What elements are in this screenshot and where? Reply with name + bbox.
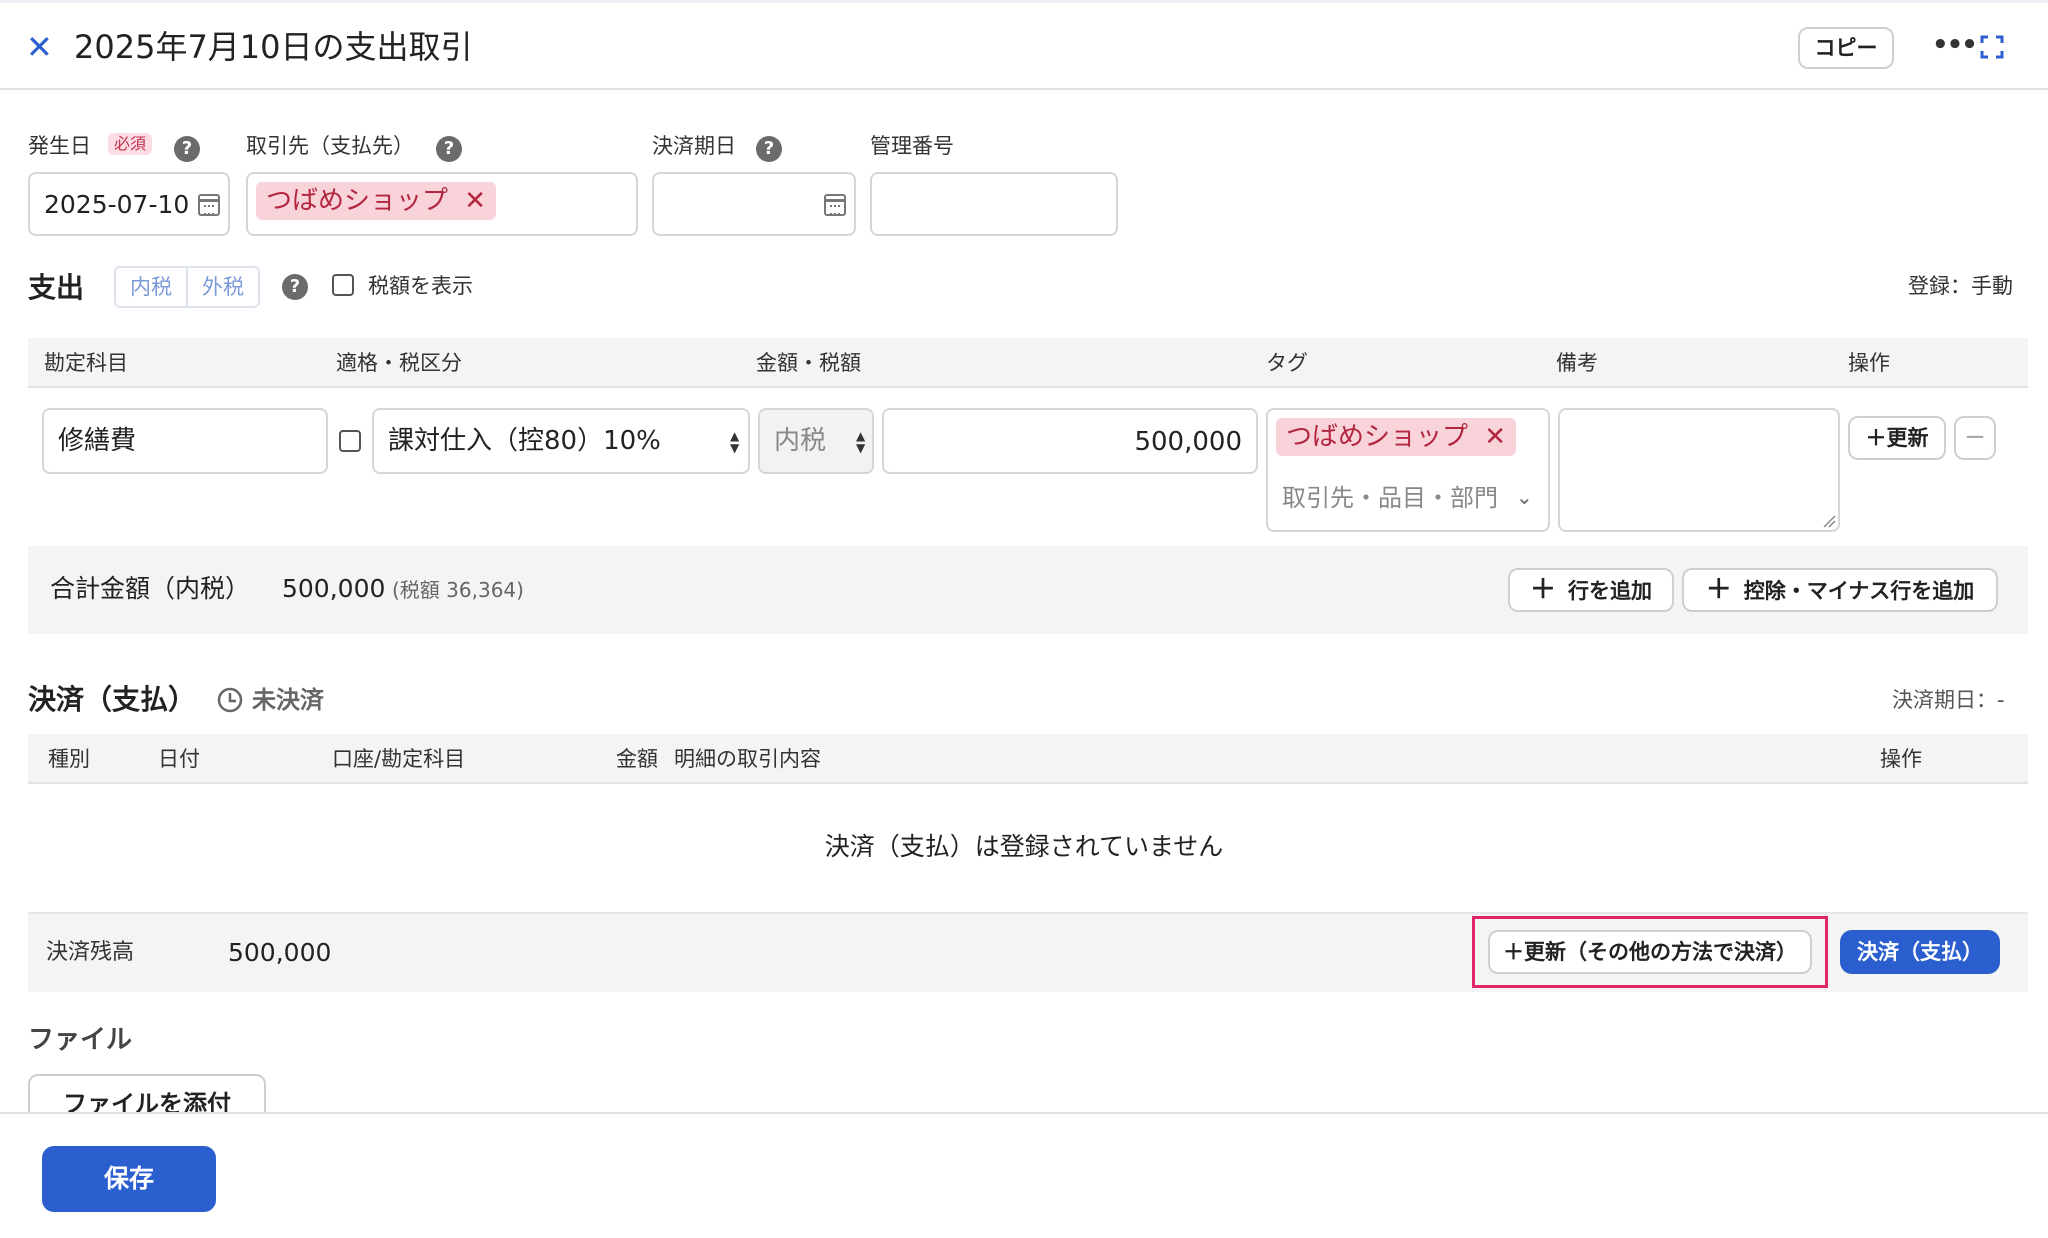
expense-section-title: 支出	[28, 271, 85, 304]
settlement-section-title: 決済（支払）	[28, 683, 197, 716]
resize-handle-icon[interactable]	[1822, 514, 1836, 528]
column-header: 金額	[616, 747, 658, 771]
tag-remove-icon[interactable]: ✕	[464, 186, 486, 216]
partner-tag: つばめショップ ✕	[256, 182, 497, 220]
partner-tag-label: つばめショップ	[266, 186, 449, 216]
memo-textarea[interactable]	[1558, 408, 1840, 532]
register-mode-label: 登録：手動	[1908, 274, 2013, 298]
plus-icon: ＋	[1529, 575, 1556, 605]
settlement-empty-message: 決済（支払）は登録されていません	[824, 832, 1224, 861]
expense-total-bar: 合計金額（内税） 500,000 (税額 36,364) ＋ 行を追加 ＋ 控除・マ…	[28, 546, 2028, 634]
tax-mode-value: 内税	[774, 426, 827, 456]
management-number-label: 管理番号	[870, 134, 954, 158]
column-header: タグ	[1266, 351, 1308, 375]
tax-category-select[interactable]: 課対仕入（控80）10% ▲ ▼	[372, 408, 750, 474]
total-label: 合計金額（内税）	[50, 574, 251, 603]
remove-row-button[interactable]: −	[1954, 416, 1996, 460]
settle-payment-button[interactable]: 決済（支払）	[1840, 930, 2000, 974]
tag-input[interactable]: つばめショップ ✕ 取引先・品目・部門 ⌄	[1266, 408, 1550, 532]
help-icon[interactable]: ?	[174, 136, 200, 162]
column-header: 操作	[1880, 747, 1922, 771]
settlement-table-header: 種別 日付 口座/勘定科目 金額 明細の取引内容 操作	[28, 734, 2028, 784]
account-input[interactable]: 修繕費	[42, 408, 328, 474]
column-header: 種別	[48, 747, 90, 771]
tag-chip: つばめショップ ✕	[1276, 418, 1517, 456]
tax-mode-toggle: 内税 外税	[114, 266, 260, 308]
expand-icon[interactable]	[1980, 35, 2004, 59]
balance-value: 500,000	[228, 938, 332, 967]
partner-input[interactable]: つばめショップ ✕	[246, 172, 638, 236]
tax-mode-exclusive[interactable]: 外税	[186, 268, 258, 306]
settlement-status: 未決済	[252, 686, 324, 714]
select-arrows-icon: ▲ ▼	[856, 429, 866, 455]
show-tax-label: 税額を表示	[368, 274, 473, 298]
partner-label: 取引先（支払先）	[246, 134, 414, 158]
account-value: 修繕費	[58, 426, 137, 456]
chevron-down-icon[interactable]: ⌄	[1516, 482, 1533, 512]
column-header: 勘定科目	[44, 351, 128, 375]
qualified-invoice-checkbox[interactable]	[339, 430, 361, 452]
total-value: 500,000	[282, 574, 386, 603]
column-header: 適格・税区分	[336, 351, 462, 375]
amount-value: 500,000	[1134, 427, 1242, 457]
page-title: 2025年7月10日の支出取引	[74, 28, 473, 66]
add-minus-row-button[interactable]: ＋ 控除・マイナス行を追加	[1682, 568, 1998, 612]
add-row-button[interactable]: ＋ 行を追加	[1508, 568, 1674, 612]
total-tax: (税額 36,364)	[392, 578, 524, 602]
close-icon[interactable]: ✕	[26, 29, 53, 65]
dialog-footer: 保存	[0, 1112, 2048, 1238]
tag-chip-label: つばめショップ	[1286, 422, 1469, 452]
due-date-label: 決済期日	[652, 134, 736, 158]
column-header: 備考	[1556, 351, 1598, 375]
tag-remove-icon[interactable]: ✕	[1484, 422, 1506, 452]
select-arrows-icon: ▲ ▼	[730, 429, 740, 455]
column-header: 明細の取引内容	[674, 747, 821, 771]
date-input[interactable]: 2025-07-10	[28, 172, 230, 236]
show-tax-checkbox[interactable]	[332, 274, 354, 296]
tax-mode-inclusive[interactable]: 内税	[116, 268, 186, 306]
column-header: 口座/勘定科目	[332, 747, 466, 771]
column-header: 金額・税額	[756, 351, 861, 375]
settlement-due-label: 決済期日：-	[1892, 688, 2005, 712]
due-date-input[interactable]	[652, 172, 856, 236]
calendar-icon[interactable]	[198, 194, 220, 216]
required-badge: 必須	[108, 133, 153, 155]
plus-icon: ＋	[1705, 575, 1732, 605]
amount-input[interactable]: 500,000	[882, 408, 1258, 474]
update-other-method-button[interactable]: ＋更新（その他の方法で決済）	[1488, 930, 1812, 974]
files-section-title: ファイル	[28, 1025, 133, 1055]
help-icon[interactable]: ?	[282, 274, 308, 300]
help-icon[interactable]: ?	[436, 136, 462, 162]
management-number-input[interactable]	[870, 172, 1118, 236]
column-header: 操作	[1848, 351, 1890, 375]
add-minus-row-label: 控除・マイナス行を追加	[1743, 579, 1975, 603]
help-icon[interactable]: ?	[756, 136, 782, 162]
tax-mode-select[interactable]: 内税 ▲ ▼	[758, 408, 874, 474]
date-value: 2025-07-10	[44, 190, 190, 219]
tag-placeholder: 取引先・品目・部門	[1282, 484, 1498, 512]
clock-icon	[217, 687, 243, 713]
calendar-icon[interactable]	[824, 194, 846, 216]
expense-table-header: 勘定科目 適格・税区分 金額・税額 タグ 備考 操作	[28, 338, 2028, 388]
add-row-label: 行を追加	[1568, 579, 1652, 603]
column-header: 日付	[158, 747, 200, 771]
balance-label: 決済残高	[46, 940, 135, 965]
more-options-icon[interactable]: •••	[1932, 25, 1978, 65]
date-label: 発生日	[28, 134, 91, 158]
save-button[interactable]: 保存	[42, 1146, 216, 1212]
dialog-header: ✕ 2025年7月10日の支出取引 コピー •••	[0, 0, 2048, 90]
row-update-button[interactable]: ＋更新	[1848, 416, 1946, 460]
tax-category-value: 課対仕入（控80）10%	[388, 426, 661, 456]
copy-button[interactable]: コピー	[1798, 27, 1894, 69]
